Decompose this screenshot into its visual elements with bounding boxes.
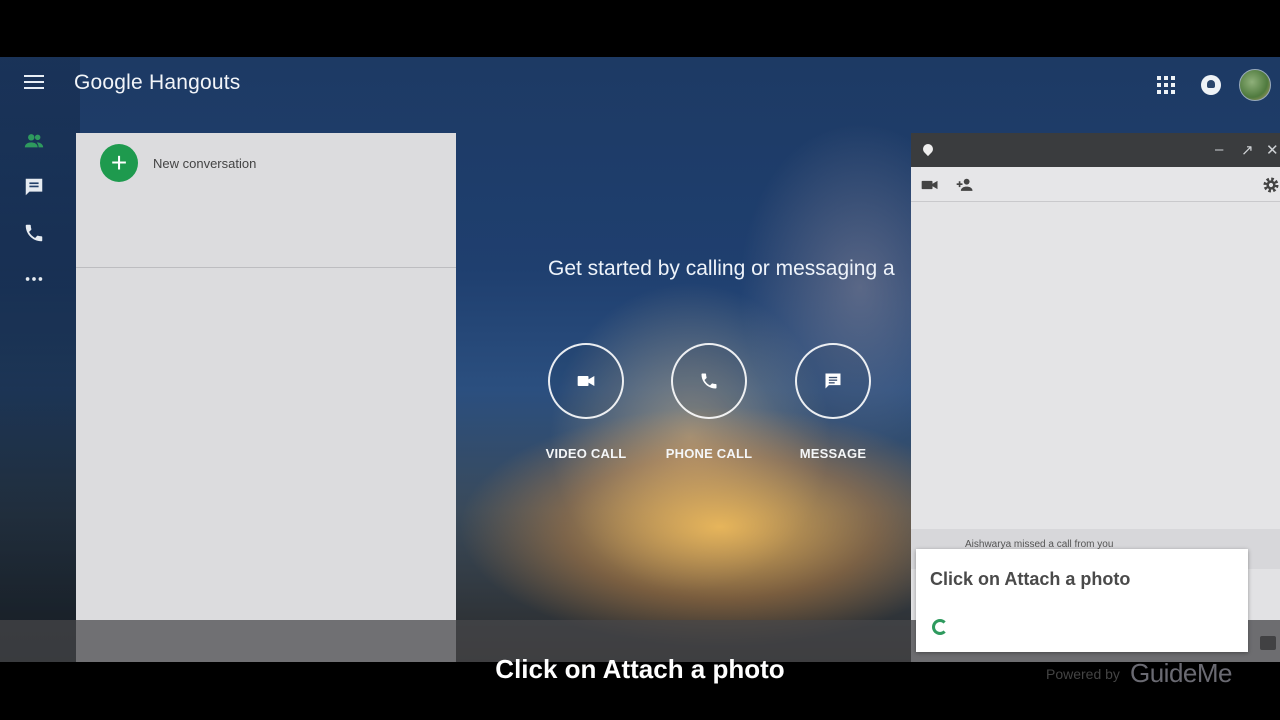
side-rail bbox=[22, 129, 50, 313]
phone-call-label: PHONE CALL bbox=[665, 446, 753, 461]
guide-tooltip: Click on Attach a photo bbox=[916, 549, 1248, 652]
add-person-icon[interactable] bbox=[955, 175, 975, 195]
hangouts-logo-icon bbox=[920, 141, 936, 157]
guideme-brand: GuideMe bbox=[1130, 658, 1233, 688]
plus-icon: + bbox=[100, 144, 138, 182]
contacts-icon[interactable] bbox=[22, 129, 46, 153]
message-label: MESSAGE bbox=[799, 446, 867, 461]
settings-gear-icon[interactable] bbox=[1261, 175, 1280, 195]
apps-grid-icon[interactable] bbox=[1157, 76, 1175, 94]
new-conversation-label: New conversation bbox=[153, 155, 257, 171]
popout-icon[interactable]: ↗ bbox=[1241, 141, 1254, 159]
letterbox-top bbox=[0, 0, 1280, 57]
panel-divider bbox=[76, 267, 456, 268]
tooltip-text: Click on Attach a photo bbox=[930, 569, 1131, 589]
hamburger-menu-icon[interactable] bbox=[24, 75, 44, 91]
video-call-button[interactable]: VIDEO CALL bbox=[526, 343, 646, 461]
app-brand: Google Hangouts bbox=[74, 71, 241, 94]
chat-title-bar: – ↗ ✕ bbox=[911, 133, 1280, 167]
more-options-icon[interactable] bbox=[22, 267, 46, 291]
notifications-icon[interactable] bbox=[1201, 75, 1221, 95]
conversations-panel: + New conversation bbox=[76, 133, 456, 662]
phone-icon bbox=[671, 343, 747, 419]
messages-icon[interactable] bbox=[22, 175, 46, 199]
close-icon[interactable]: ✕ bbox=[1266, 141, 1279, 159]
message-button[interactable]: MESSAGE bbox=[773, 343, 893, 461]
chat-message-area bbox=[911, 202, 1280, 532]
phone-calls-icon[interactable] bbox=[22, 221, 46, 245]
minimize-icon[interactable]: – bbox=[1215, 141, 1223, 158]
chat-toolbar bbox=[911, 167, 1280, 202]
message-icon bbox=[795, 343, 871, 419]
phone-call-button[interactable]: PHONE CALL bbox=[649, 343, 769, 461]
welcome-headline: Get started by calling or messaging a bbox=[548, 257, 895, 280]
top-right-toolbar bbox=[1157, 69, 1280, 101]
video-call-label: VIDEO CALL bbox=[545, 446, 627, 461]
new-conversation-button[interactable]: + New conversation bbox=[100, 144, 256, 182]
user-avatar[interactable] bbox=[1239, 69, 1271, 101]
powered-by-text: Powered by bbox=[1046, 666, 1120, 682]
video-call-icon[interactable] bbox=[920, 175, 940, 195]
video-camera-icon bbox=[548, 343, 624, 419]
guideme-logo-icon bbox=[932, 619, 948, 635]
